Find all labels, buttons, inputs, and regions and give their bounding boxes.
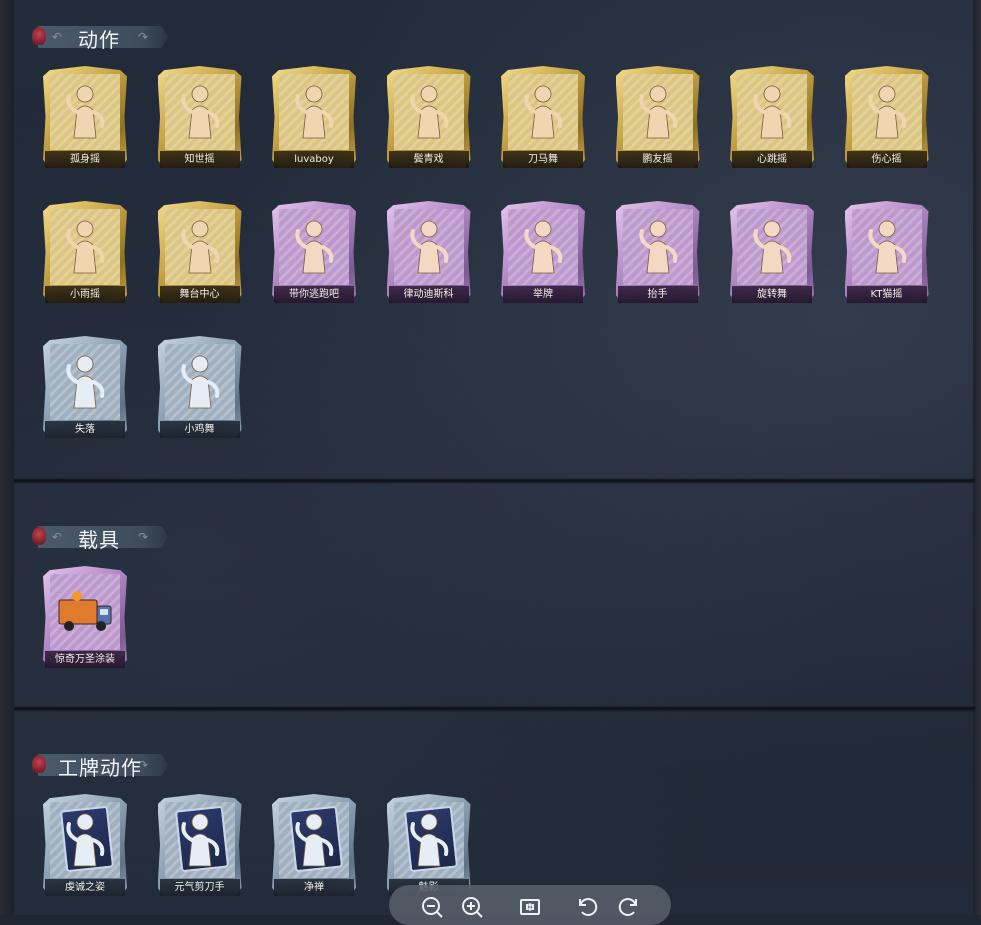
- item-card[interactable]: 鹏友摇: [614, 66, 702, 170]
- figure-dance-icon: [175, 215, 225, 277]
- figure-disco-icon: [404, 215, 454, 277]
- sign-holder-icon: [518, 215, 568, 277]
- item-label: 鹏友摇: [617, 151, 698, 168]
- truck-icon: [55, 588, 112, 650]
- item-card[interactable]: 知世摇: [156, 66, 244, 170]
- item-card[interactable]: 魅影: [385, 794, 473, 898]
- item-label: 举牌: [503, 286, 583, 303]
- item-card[interactable]: 鬓青戏: [385, 66, 473, 170]
- swirl-icon: ↶: [52, 30, 63, 44]
- item-card[interactable]: 小鸡舞: [156, 336, 244, 440]
- item-label: 惊奇万圣涂装: [45, 651, 125, 668]
- item-label: KT猫摇: [846, 286, 927, 303]
- swirl-icon: ↶: [52, 530, 63, 544]
- figure-dance-icon: [175, 80, 225, 142]
- rotate-right-icon[interactable]: [616, 895, 640, 919]
- right-border: [973, 0, 981, 915]
- figure-crawl-icon: [60, 350, 110, 412]
- item-card[interactable]: 失落: [41, 336, 129, 440]
- rotate-left-icon[interactable]: [576, 895, 600, 919]
- figure-dance-icon: [518, 80, 568, 142]
- item-label: 带你逃跑吧: [274, 286, 354, 303]
- figure-heart-icon: [862, 80, 912, 142]
- figure-raise-hand-icon: [633, 215, 683, 277]
- section-divider: [14, 478, 975, 484]
- figure-chicken-icon: [175, 350, 225, 412]
- section-title: 动作: [78, 28, 120, 52]
- item-card[interactable]: 带你逃跑吧: [270, 201, 358, 305]
- figure-dance-icon: [60, 215, 110, 277]
- section-divider: [14, 706, 975, 712]
- swirl-icon: ↷: [138, 30, 149, 44]
- item-label: 旋转舞: [732, 286, 812, 303]
- figure-dance-icon: [633, 80, 683, 142]
- item-card[interactable]: 净禅: [270, 794, 358, 898]
- item-card[interactable]: 抬手: [614, 201, 702, 305]
- figure-dance-icon: [862, 215, 912, 277]
- item-card[interactable]: KT猫摇: [843, 201, 931, 305]
- item-card[interactable]: 伤心摇: [843, 66, 931, 170]
- pin-icon: [32, 755, 46, 773]
- figure-dance-icon: [289, 80, 339, 142]
- item-label: 律动迪斯科: [388, 286, 469, 303]
- zoom-in-icon[interactable]: [460, 895, 484, 919]
- item-label: 刀马舞: [503, 151, 583, 168]
- item-card[interactable]: 举牌: [499, 201, 587, 305]
- item-label: 孤身摇: [45, 151, 125, 168]
- section-header-actions: ↶ ↷ 动作: [30, 24, 170, 52]
- figure-spin-icon: [747, 215, 797, 277]
- zoom-out-icon[interactable]: [420, 895, 444, 919]
- item-label: 小雨摇: [45, 286, 125, 303]
- figure-dance-icon: [404, 80, 454, 142]
- item-card[interactable]: 小雨摇: [41, 201, 129, 305]
- item-label: 小鸡舞: [159, 421, 240, 438]
- figure-dance-icon: [60, 80, 110, 142]
- item-label: 虔诚之姿: [45, 879, 125, 896]
- swirl-icon: ↷: [138, 530, 149, 544]
- item-card[interactable]: 舞台中心: [156, 201, 244, 305]
- item-label: luvaboy: [274, 151, 354, 168]
- figure-dance-icon: [747, 80, 797, 142]
- image-viewer-toolbar: [389, 885, 671, 925]
- badge-figure-icon: [60, 808, 110, 870]
- item-card[interactable]: 孤身摇: [41, 66, 129, 170]
- section-header-badge-actions: ↷ 工牌动作: [30, 752, 170, 780]
- item-card[interactable]: 心跳摇: [728, 66, 816, 170]
- item-label: 抬手: [617, 286, 698, 303]
- item-card[interactable]: 虔诚之姿: [41, 794, 129, 898]
- left-border: [0, 0, 14, 915]
- item-label: 净禅: [274, 879, 354, 896]
- section-title: 工牌动作: [58, 756, 142, 780]
- badge-figure-icon: [175, 808, 225, 870]
- pin-icon: [32, 27, 46, 45]
- item-label: 元气剪刀手: [159, 879, 240, 896]
- item-label: 鬓青戏: [388, 151, 469, 168]
- figure-point-icon: [289, 215, 339, 277]
- item-label: 舞台中心: [159, 286, 240, 303]
- item-card[interactable]: 刀马舞: [499, 66, 587, 170]
- item-card[interactable]: 惊奇万圣涂装: [41, 566, 129, 670]
- item-label: 失落: [45, 421, 125, 438]
- item-label: 伤心摇: [846, 151, 927, 168]
- pin-icon: [32, 527, 46, 545]
- item-card[interactable]: 旋转舞: [728, 201, 816, 305]
- badge-figure-icon: [289, 808, 339, 870]
- item-card[interactable]: 元气剪刀手: [156, 794, 244, 898]
- badge-figure-icon: [404, 808, 454, 870]
- section-title: 载具: [78, 528, 120, 552]
- item-card[interactable]: 律动迪斯科: [385, 201, 473, 305]
- item-label: 心跳摇: [732, 151, 812, 168]
- actual-size-icon[interactable]: [518, 895, 542, 919]
- item-label: 知世摇: [159, 151, 240, 168]
- item-card[interactable]: luvaboy: [270, 66, 358, 170]
- section-header-vehicles: ↶ ↷ 载具: [30, 524, 170, 552]
